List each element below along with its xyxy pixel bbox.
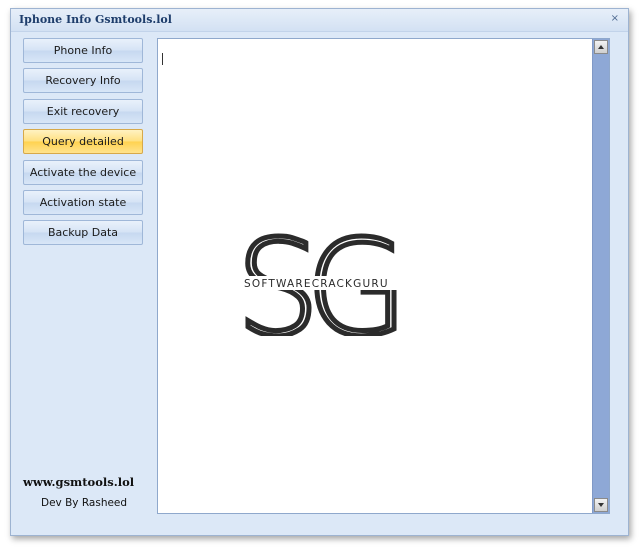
website-label: www.gsmtools.lol [23, 475, 135, 489]
app-window: Iphone Info Gsmtools.lol × Phone Info Re… [10, 8, 629, 536]
text-caret [162, 53, 163, 65]
watermark-logo: SG SOFTWARECRACKGURU [238, 230, 411, 336]
exit-recovery-button[interactable]: Exit recovery [23, 99, 143, 124]
phone-info-button[interactable]: Phone Info [23, 38, 143, 63]
backup-data-button[interactable]: Backup Data [23, 220, 143, 245]
query-detailed-button[interactable]: Query detailed [23, 129, 143, 154]
developer-label: Dev By Rasheed [41, 497, 128, 509]
activation-state-button[interactable]: Activation state [23, 190, 143, 215]
scroll-up-button[interactable] [594, 40, 608, 54]
output-textarea[interactable]: SG SOFTWARECRACKGURU [157, 38, 610, 514]
arrow-up-icon [598, 45, 604, 49]
activate-device-button[interactable]: Activate the device [23, 160, 143, 185]
arrow-down-icon [598, 503, 604, 507]
vertical-scrollbar[interactable] [592, 39, 609, 513]
title-bar[interactable]: Iphone Info Gsmtools.lol × [11, 9, 628, 32]
window-title: Iphone Info Gsmtools.lol [19, 13, 172, 26]
scroll-down-button[interactable] [594, 498, 608, 512]
watermark-text: SOFTWARECRACKGURU [244, 278, 389, 290]
recovery-info-button[interactable]: Recovery Info [23, 68, 143, 93]
close-icon[interactable]: × [611, 13, 619, 25]
